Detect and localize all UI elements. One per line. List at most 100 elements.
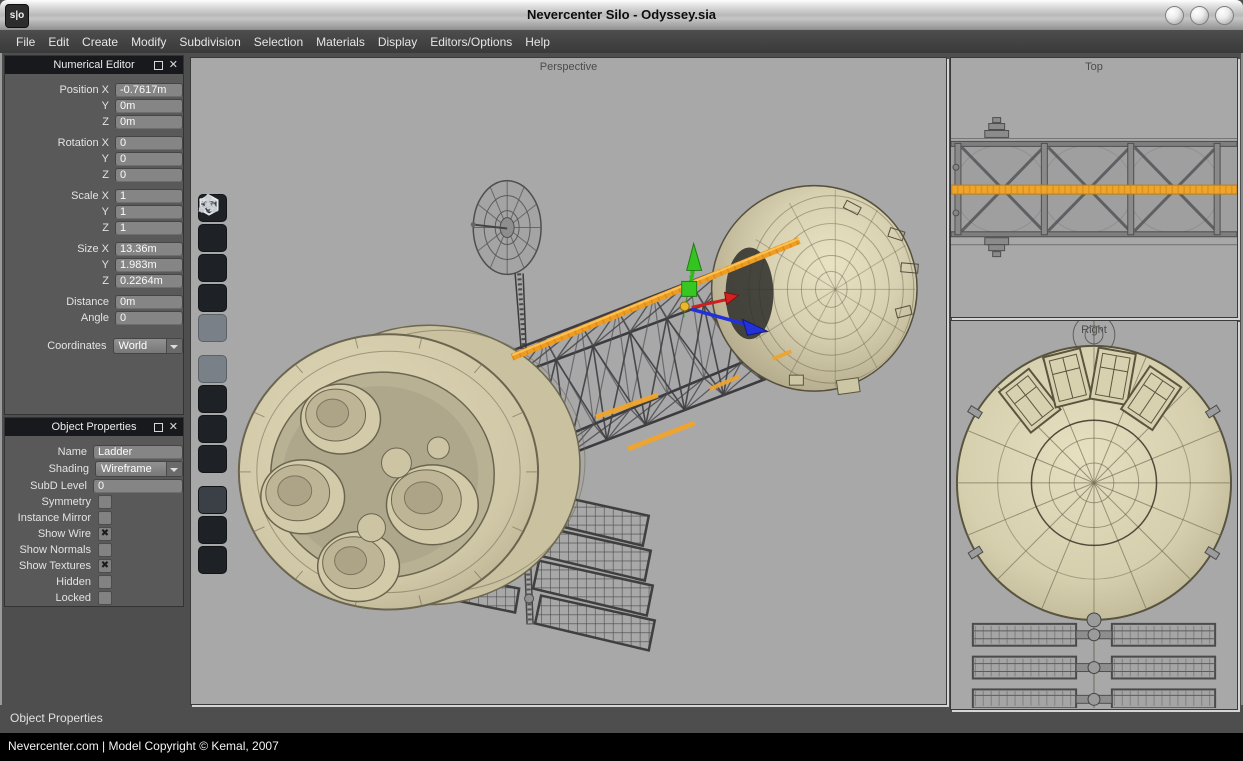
- shading-label: Shading: [5, 463, 95, 475]
- top-viewport[interactable]: Top: [950, 57, 1238, 318]
- close-panel-icon[interactable]: ✕: [169, 422, 178, 433]
- menu-item-edit[interactable]: Edit: [48, 35, 69, 49]
- viewport-toolbar: [198, 194, 228, 574]
- panel-title-text: Numerical Editor: [53, 59, 134, 71]
- z-input[interactable]: [115, 221, 183, 235]
- numerical-editor-rows: Position XYZRotation XYZScale XYZSize XY…: [5, 74, 183, 326]
- float-panel-icon[interactable]: [154, 423, 163, 432]
- field-label: Y: [5, 206, 115, 218]
- field-label: Y: [5, 153, 115, 165]
- engine-bell: [301, 384, 381, 454]
- float-panel-icon[interactable]: [154, 61, 163, 70]
- field-label: Locked: [5, 592, 97, 604]
- numerical-editor-panel: Numerical Editor ✕ Position XYZRotation …: [4, 55, 184, 415]
- menu-item-create[interactable]: Create: [82, 35, 118, 49]
- app-window: s|o Nevercenter Silo - Odyssey.sia File E…: [0, 0, 1243, 761]
- object-properties-panel: Object Properties ✕ Name Shading Wirefra…: [4, 417, 184, 607]
- size-x-input[interactable]: [115, 242, 183, 256]
- symmetry-checkbox[interactable]: [98, 495, 112, 509]
- show-wire-checkbox[interactable]: ✖: [98, 527, 112, 541]
- coordinates-dropdown[interactable]: World: [113, 338, 183, 354]
- rotate-tool-icon[interactable]: [198, 385, 227, 413]
- angle-input[interactable]: [115, 311, 183, 325]
- menu-item-display[interactable]: Display: [378, 35, 417, 49]
- shading-value: Wireframe: [101, 463, 152, 475]
- scale-x-input[interactable]: [115, 189, 183, 203]
- window-controls: [1165, 6, 1234, 25]
- numerical-editor-titlebar[interactable]: Numerical Editor ✕: [5, 56, 183, 74]
- menu-item-help[interactable]: Help: [525, 35, 550, 49]
- freeform-select-icon[interactable]: [198, 486, 227, 514]
- lasso-select-icon[interactable]: [198, 546, 227, 574]
- field-label: Size X: [5, 243, 115, 255]
- move-tool-icon[interactable]: [198, 355, 227, 383]
- field-label: Z: [5, 169, 115, 181]
- z-input[interactable]: [115, 168, 183, 182]
- window-circle-button[interactable]: [1165, 6, 1184, 25]
- show-normals-checkbox[interactable]: [98, 543, 112, 557]
- face-mode-icon[interactable]: [198, 254, 227, 282]
- top-view-model: [951, 58, 1237, 317]
- position-x-input[interactable]: [115, 83, 183, 97]
- menu-item-materials[interactable]: Materials: [316, 35, 365, 49]
- perspective-viewport[interactable]: Perspective: [190, 57, 947, 705]
- close-panel-icon[interactable]: ✕: [169, 60, 178, 71]
- hidden-checkbox[interactable]: [98, 575, 112, 589]
- field-label: Show Textures: [5, 560, 97, 572]
- y-input[interactable]: [115, 152, 183, 166]
- subd-level-input[interactable]: [93, 479, 183, 493]
- window-circle-button[interactable]: [1190, 6, 1209, 25]
- menu-item-subdivision[interactable]: Subdivision: [179, 35, 240, 49]
- field-label: Show Normals: [5, 544, 97, 556]
- chevron-down-icon: [166, 339, 182, 353]
- name-input[interactable]: [93, 445, 183, 459]
- multi-mode-icon[interactable]: [198, 284, 227, 312]
- rect-select-icon[interactable]: [198, 516, 227, 544]
- field-label: Y: [5, 100, 115, 112]
- menu-item-modify[interactable]: Modify: [131, 35, 166, 49]
- window-circle-button[interactable]: [1215, 6, 1234, 25]
- field-label: Position X: [5, 84, 115, 96]
- z-input[interactable]: [115, 115, 183, 129]
- instance-mirror-checkbox[interactable]: [98, 511, 112, 525]
- field-label: Scale X: [5, 190, 115, 202]
- right-view-model: [951, 321, 1237, 708]
- field-label: Show Wire: [5, 528, 97, 540]
- field-label: Symmetry: [5, 496, 97, 508]
- y-input[interactable]: [115, 258, 183, 272]
- z-input[interactable]: [115, 274, 183, 288]
- y-input[interactable]: [115, 205, 183, 219]
- menu-item-editors-options[interactable]: Editors/Options: [430, 35, 512, 49]
- show-textures-checkbox[interactable]: ✖: [98, 559, 112, 573]
- locked-checkbox[interactable]: [98, 591, 112, 605]
- field-label: Angle: [5, 312, 115, 324]
- command-sphere: [712, 186, 927, 395]
- menu-item-file[interactable]: File: [16, 35, 35, 49]
- subd-level-label: SubD Level: [5, 480, 93, 492]
- field-label: Z: [5, 222, 115, 234]
- panel-title-text: Object Properties: [52, 421, 137, 433]
- right-viewport[interactable]: Right: [950, 320, 1238, 710]
- engine-section: [239, 325, 585, 609]
- field-label: Instance Mirror: [5, 512, 97, 524]
- field-label: Hidden: [5, 576, 97, 588]
- y-input[interactable]: [115, 99, 183, 113]
- edge-mode-icon[interactable]: [198, 224, 227, 252]
- universal-tool-icon[interactable]: [198, 445, 227, 473]
- name-label: Name: [5, 446, 93, 458]
- coordinates-label: Coordinates: [5, 340, 113, 352]
- object-properties-titlebar[interactable]: Object Properties ✕: [5, 418, 183, 436]
- distance-input[interactable]: [115, 295, 183, 309]
- field-label: Y: [5, 259, 115, 271]
- field-label: Rotation X: [5, 137, 115, 149]
- object-mode-icon[interactable]: [198, 314, 227, 342]
- object-properties-checkboxes: SymmetryInstance MirrorShow Wire✖Show No…: [5, 494, 183, 606]
- title-bar[interactable]: s|o Nevercenter Silo - Odyssey.sia: [0, 0, 1243, 31]
- menu-item-selection[interactable]: Selection: [254, 35, 303, 49]
- scale-tool-icon[interactable]: [198, 415, 227, 443]
- engine-bell: [261, 460, 345, 534]
- rotation-x-input[interactable]: [115, 136, 183, 150]
- window-title: Nevercenter Silo - Odyssey.sia: [0, 0, 1243, 29]
- shading-dropdown[interactable]: Wireframe: [95, 461, 183, 477]
- coordinates-value: World: [119, 340, 148, 352]
